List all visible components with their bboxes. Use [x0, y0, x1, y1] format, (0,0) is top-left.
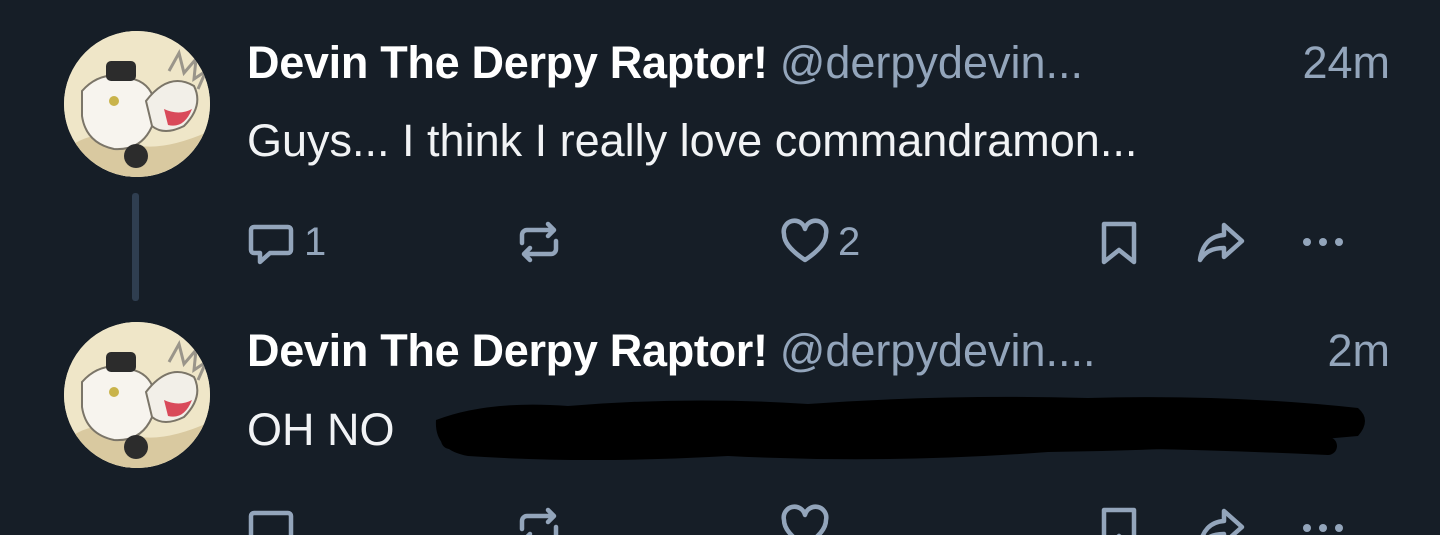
author-display-name[interactable]: Devin The Derpy Raptor!	[247, 325, 768, 376]
post[interactable]: Devin The Derpy Raptor! @derpydevin.... 2…	[0, 300, 1440, 535]
post-text: Guys... I think I really love commandram…	[247, 115, 1138, 166]
share-button[interactable]	[1194, 212, 1248, 272]
like-count: 2	[838, 219, 861, 264]
like-button[interactable]	[778, 498, 832, 535]
avatar[interactable]	[64, 31, 210, 177]
avatar[interactable]	[64, 322, 210, 468]
repost-icon	[519, 507, 559, 535]
bookmark-icon	[1101, 221, 1137, 265]
reply-button[interactable]: 1	[244, 212, 326, 272]
raptor-avatar-icon	[64, 31, 210, 177]
post-feed: Devin The Derpy Raptor! @derpydevin... 24…	[0, 0, 1440, 535]
reply-icon	[248, 510, 294, 535]
more-icon	[1303, 238, 1343, 246]
reply-button[interactable]	[244, 498, 304, 535]
post-text: OH NO	[247, 404, 395, 455]
post-timestamp[interactable]: 2m	[1327, 321, 1390, 381]
share-icon	[1197, 222, 1245, 263]
heart-icon	[781, 218, 829, 263]
like-button[interactable]: 2	[778, 212, 860, 272]
author-handle[interactable]: @derpydevin...	[780, 37, 1083, 88]
repost-button[interactable]	[512, 212, 572, 272]
more-options-button[interactable]	[1296, 212, 1350, 272]
post-actions	[240, 498, 1380, 535]
bookmark-button[interactable]	[1092, 498, 1146, 535]
repost-icon	[519, 221, 559, 263]
more-options-button[interactable]	[1296, 498, 1350, 535]
thread-connector-line	[132, 193, 139, 301]
raptor-avatar-icon	[64, 322, 210, 468]
more-icon	[1303, 524, 1343, 532]
author-handle[interactable]: @derpydevin....	[780, 325, 1096, 376]
reply-count: 1	[304, 219, 327, 264]
share-icon	[1200, 508, 1245, 535]
post[interactable]: Devin The Derpy Raptor! @derpydevin... 24…	[0, 0, 1440, 301]
bookmark-button[interactable]	[1092, 212, 1146, 272]
post-header: Devin The Derpy Raptor! @derpydevin... 24…	[247, 33, 1390, 93]
repost-button[interactable]	[512, 498, 566, 535]
author-display-name[interactable]: Devin The Derpy Raptor!	[247, 37, 768, 88]
post-actions: 1 2	[240, 212, 1380, 272]
share-button[interactable]	[1194, 498, 1248, 535]
bookmark-icon	[1101, 507, 1137, 535]
heart-icon	[781, 504, 829, 535]
post-header: Devin The Derpy Raptor! @derpydevin.... 2…	[247, 321, 1390, 381]
post-timestamp[interactable]: 24m	[1302, 33, 1390, 93]
reply-icon	[248, 224, 294, 265]
